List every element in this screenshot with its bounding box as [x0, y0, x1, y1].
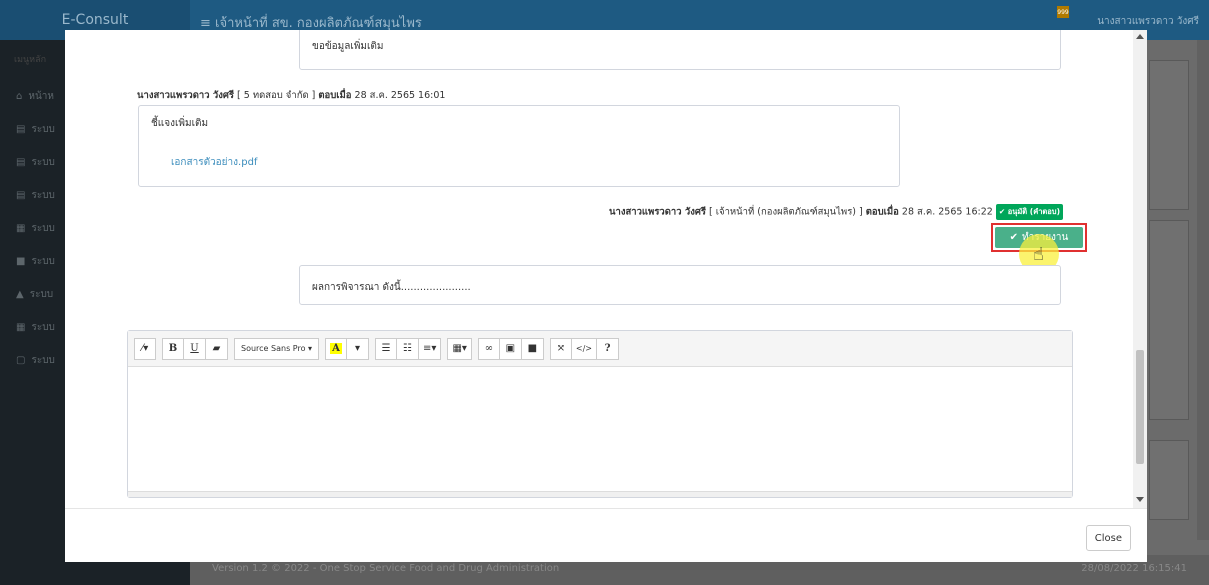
editor-toolbar: ⁄▾ B U ▰ Source Sans Pro ▾ A ▾ ☰ ☷ ≡▾ ▦▾…	[128, 331, 1072, 367]
book-icon: ▤	[16, 190, 26, 201]
staff-reply-text: ผลการพิจารณา ดังนี้.....................…	[312, 282, 471, 293]
calendar-icon: ▦	[16, 322, 26, 333]
attachment-link[interactable]: เอกสารตัวอย่าง.pdf	[171, 157, 257, 168]
footer-version: Version 1.2 © 2022 - One Stop Service Fo…	[212, 563, 560, 574]
staff-reply-datetime: 28 ส.ค. 2565 16:22	[898, 206, 996, 218]
picture-icon[interactable]: ▣	[499, 337, 522, 360]
staff-reply-meta: นางสาวแพรวดาว วังศรี [ เจ้าหน้าที่ (กองผ…	[609, 204, 1063, 220]
modal-footer: Close	[65, 508, 1147, 562]
ordered-list-icon[interactable]: ☷	[397, 337, 420, 360]
background-card	[1149, 220, 1189, 420]
request-message-text: ขอข้อมูลเพิ่มเติม	[312, 41, 384, 52]
staff-reply-label: ตอบเมื่อ	[865, 206, 899, 218]
reply-datetime: 28 ส.ค. 2565 16:01	[351, 90, 446, 101]
font-family-select[interactable]: Source Sans Pro ▾	[234, 337, 320, 360]
link-icon[interactable]: ∞	[477, 337, 500, 360]
bold-button[interactable]: B	[162, 337, 184, 360]
paragraph-icon[interactable]: ≡▾	[419, 337, 442, 360]
hand-pointer-icon: ☝	[1033, 244, 1044, 265]
color-dropdown-icon[interactable]: ▾	[347, 337, 370, 360]
notification-badge: 999	[1057, 6, 1069, 18]
rich-text-editor: ⁄▾ B U ▰ Source Sans Pro ▾ A ▾ ☰ ☷ ≡▾ ▦▾…	[127, 330, 1073, 498]
book-icon: ▤	[16, 124, 26, 135]
reply-label: ตอบเมื่อ	[318, 90, 352, 101]
app-user-name: นางสาวแพรวดาว วังศรี	[1097, 16, 1199, 27]
approved-badge: ✔ อนุมัติ (คำตอบ)	[995, 204, 1063, 220]
request-message-box: ขอข้อมูลเพิ่มเติม	[299, 30, 1061, 70]
background-card	[1149, 440, 1189, 520]
staff-reply-box: ผลการพิจารณา ดังนี้.....................…	[299, 265, 1061, 305]
magic-wand-icon[interactable]: ⁄▾	[134, 337, 156, 360]
close-button[interactable]: Close	[1085, 525, 1131, 551]
fullscreen-icon[interactable]: ⤧	[549, 337, 572, 360]
check-icon: ✔	[1009, 232, 1018, 243]
book-icon: ▤	[16, 157, 26, 168]
video-icon: ■	[16, 256, 26, 267]
unordered-list-icon[interactable]: ☰	[375, 337, 398, 360]
conversation-thread: ขอข้อมูลเพิ่มเติม นางสาวแพรวดาว วังศรี […	[89, 30, 1123, 508]
text-color-button[interactable]: A	[325, 337, 348, 360]
help-icon[interactable]: ?	[597, 337, 620, 360]
background-scrollbar	[1197, 40, 1209, 540]
code-view-icon[interactable]: </>	[571, 337, 598, 360]
scroll-down-icon[interactable]	[1136, 497, 1144, 502]
background-card	[1149, 60, 1189, 210]
graduation-icon: ▲	[16, 289, 24, 300]
scroll-up-icon[interactable]	[1136, 34, 1144, 39]
staff-reply-author: นางสาวแพรวดาว วังศรี	[609, 206, 707, 218]
editor-resize-bar[interactable]	[128, 491, 1072, 497]
reply-message-box: ชี้แจงเพิ่มเติม เอกสารตัวอย่าง.pdf	[138, 105, 900, 187]
reply-org: [ 5 ทดสอบ จำกัด ]	[234, 90, 319, 101]
table-icon[interactable]: ▦▾	[447, 337, 472, 360]
reply-meta: นางสาวแพรวดาว วังศรี [ 5 ทดสอบ จำกัด ] ต…	[137, 88, 445, 103]
video-icon[interactable]: ■	[521, 337, 544, 360]
scroll-thumb[interactable]	[1136, 350, 1144, 464]
modal-scrollbar[interactable]	[1133, 30, 1147, 508]
document-icon: ▢	[16, 355, 26, 366]
eraser-icon[interactable]: ▰	[206, 337, 228, 360]
home-icon: ⌂	[16, 91, 23, 102]
staff-reply-org: [ เจ้าหน้าที่ (กองผลิตภัณฑ์สมุนไพร) ]	[706, 206, 866, 218]
calendar-icon: ▦	[16, 223, 26, 234]
reply-author: นางสาวแพรวดาว วังศรี	[137, 90, 235, 101]
modal-dialog: ขอข้อมูลเพิ่มเติม นางสาวแพรวดาว วังศรี […	[65, 30, 1147, 562]
editor-content-area[interactable]	[128, 367, 1072, 491]
modal-body: ขอข้อมูลเพิ่มเติม นางสาวแพรวดาว วังศรี […	[65, 30, 1147, 508]
underline-button[interactable]: U	[184, 337, 206, 360]
reply-message-text: ชี้แจงเพิ่มเติม	[151, 118, 209, 129]
footer-datetime: 28/08/2022 16:15:41	[1081, 563, 1187, 574]
